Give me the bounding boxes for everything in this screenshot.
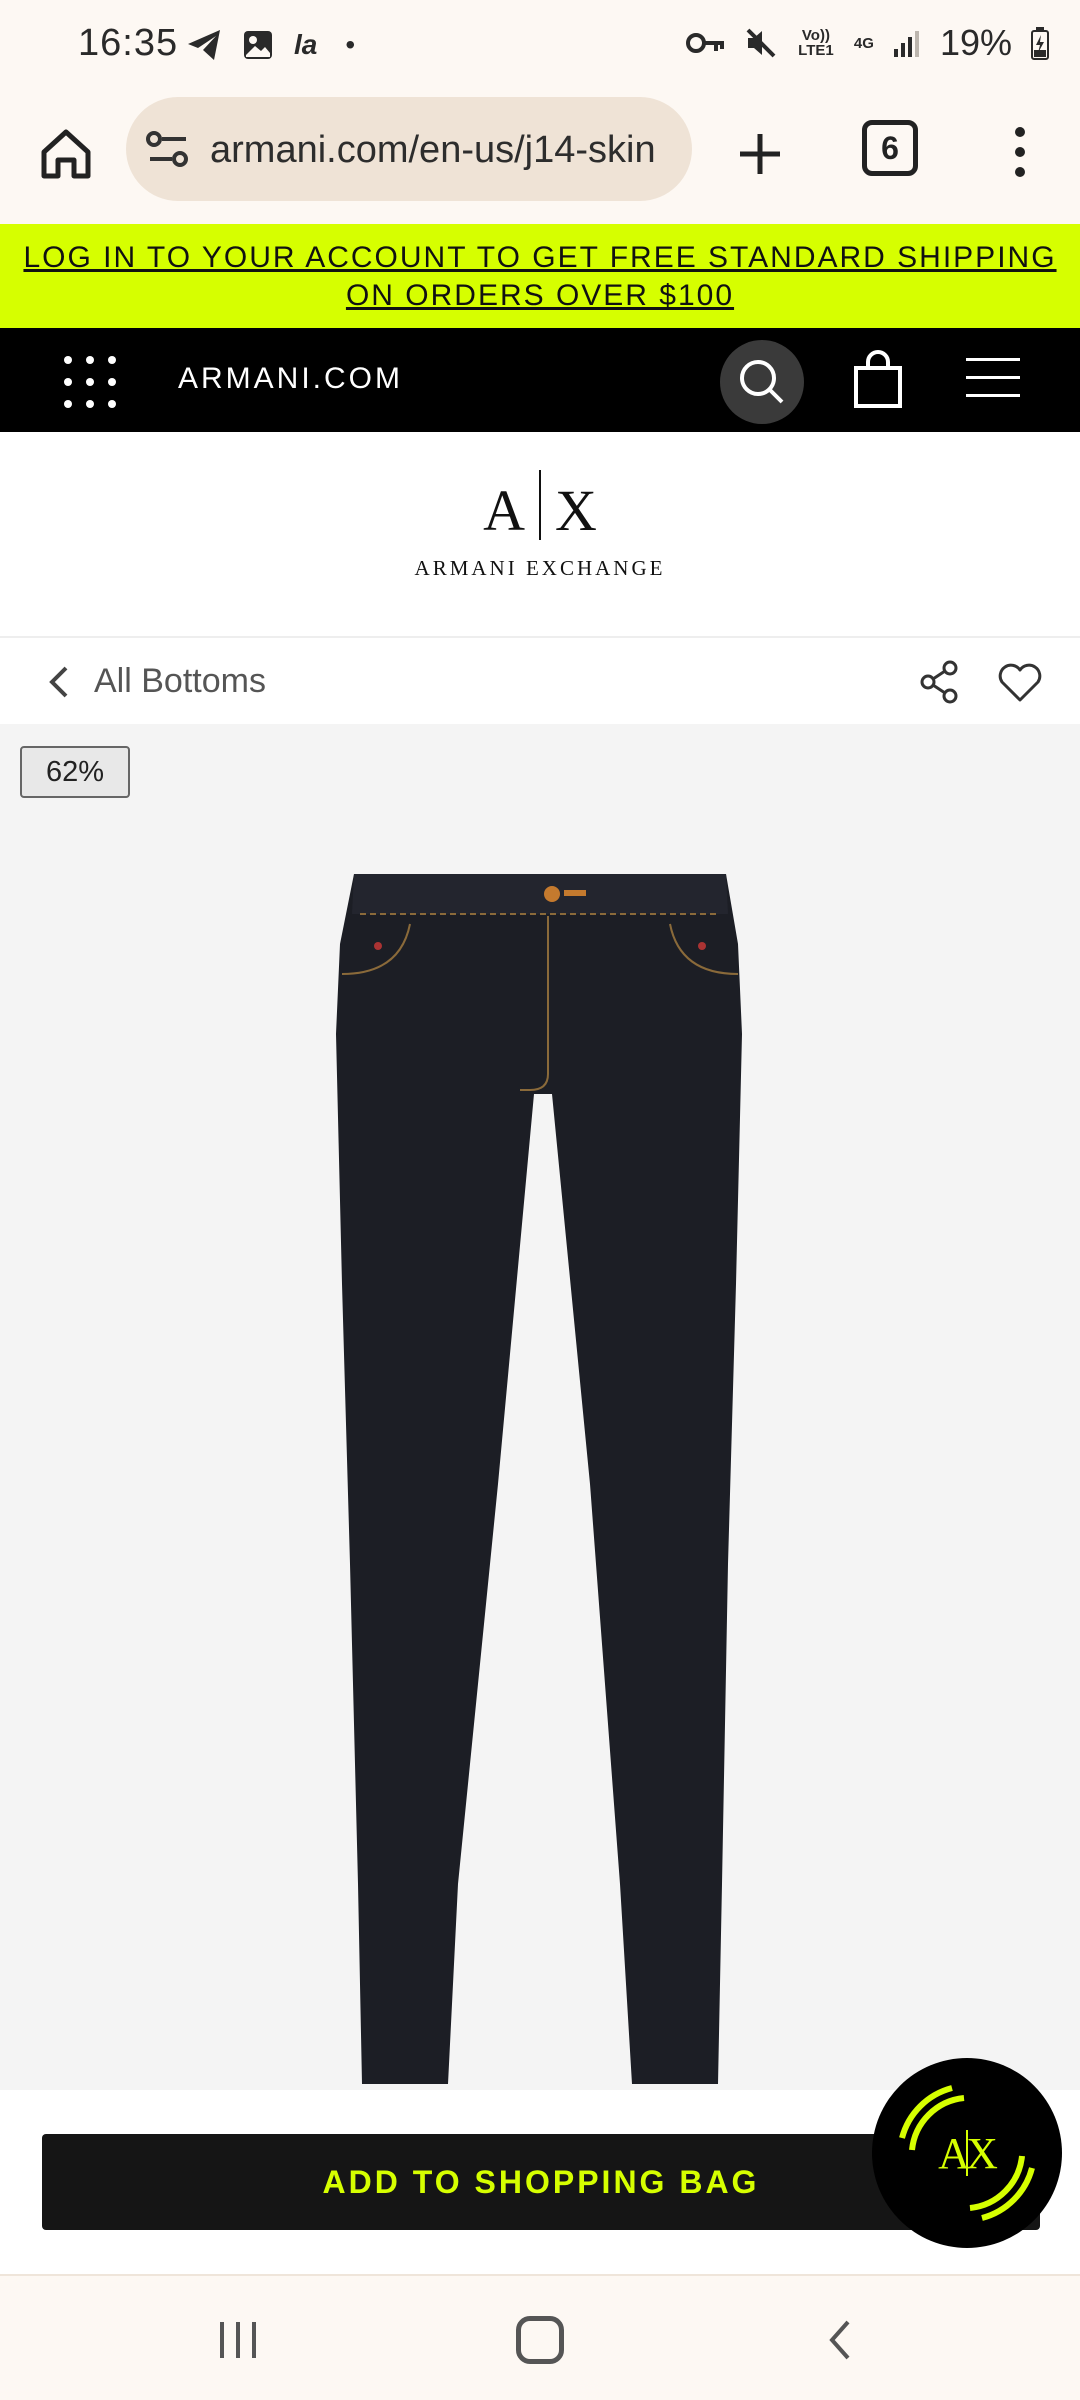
- chevron-left-icon: [49, 666, 68, 698]
- site-name[interactable]: ARMANI.COM: [178, 362, 403, 396]
- status-system-icons: Vo)) LTE1 4G 19%: [685, 22, 1050, 64]
- back-button[interactable]: [820, 2316, 860, 2364]
- search-button[interactable]: [720, 340, 804, 424]
- brand-switcher-button[interactable]: [60, 352, 120, 412]
- telegram-icon: [188, 30, 220, 60]
- tab-switcher-button[interactable]: 6: [862, 120, 918, 176]
- battery-charging-icon: [1031, 27, 1049, 60]
- browser-home-button[interactable]: [34, 122, 98, 186]
- signal-icon: [893, 31, 919, 57]
- ax-logo[interactable]: AX: [480, 470, 600, 544]
- browser-toolbar: armani.com/en-us/j14-skin 6: [0, 92, 1080, 224]
- site-settings-icon[interactable]: [146, 127, 190, 171]
- logo-mark-right: X: [555, 478, 597, 543]
- main-menu-button[interactable]: [966, 358, 1020, 402]
- product-image-gallery[interactable]: 62%: [0, 724, 1080, 2090]
- hamburger-line: [966, 376, 1020, 379]
- home-icon: [41, 129, 91, 179]
- recents-button[interactable]: [216, 2320, 260, 2360]
- new-tab-button[interactable]: [728, 122, 792, 186]
- android-navigation-bar: [0, 2274, 1080, 2400]
- hamburger-line: [966, 358, 1020, 361]
- recents-icon: [220, 2322, 256, 2358]
- share-button[interactable]: [916, 658, 964, 706]
- brand-logo-area: AX ARMANI EXCHANGE: [0, 432, 1080, 638]
- search-icon: [740, 360, 784, 404]
- promo-banner-text[interactable]: LOG IN TO YOUR ACCOUNT TO GET FREE STAND…: [5, 239, 1075, 315]
- mute-icon: [746, 28, 776, 58]
- heart-icon: [998, 663, 1042, 702]
- chat-label-right: X: [966, 2129, 998, 2178]
- site-nav: ARMANI.COM: [0, 328, 1080, 432]
- shopping-bag-button[interactable]: [850, 350, 906, 410]
- battery-percent: 19%: [939, 22, 1012, 63]
- brand-name: ARMANI EXCHANGE: [414, 556, 666, 580]
- chat-widget-button[interactable]: A X: [872, 2058, 1062, 2248]
- shopping-bag-icon: [854, 350, 902, 408]
- network-type: 4G: [853, 34, 874, 52]
- volte-label: Vo)) LTE1: [798, 27, 834, 59]
- breadcrumb[interactable]: All Bottoms: [94, 662, 266, 701]
- status-bar: 16:35 la • Vo)) LTE1 4G 19%: [0, 0, 1080, 92]
- browser-menu-button[interactable]: [1000, 120, 1040, 184]
- key-icon: [685, 33, 724, 53]
- logo-mark-left: A: [483, 478, 525, 543]
- url-text: armani.com/en-us/j14-skin: [210, 129, 656, 171]
- carrier-glyph: la: [294, 29, 318, 60]
- promo-banner[interactable]: LOG IN TO YOUR ACCOUNT TO GET FREE STAND…: [0, 224, 1080, 328]
- zoom-level-badge: 62%: [20, 746, 130, 798]
- notification-dot: •: [345, 29, 356, 60]
- back-icon: [829, 2320, 850, 2360]
- share-icon: [920, 660, 958, 704]
- status-notification-icons: la •: [186, 28, 355, 62]
- address-bar[interactable]: armani.com/en-us/j14-skin: [126, 97, 692, 201]
- status-time: 16:35: [78, 22, 179, 64]
- more-vert-icon: [1015, 127, 1025, 177]
- home-button[interactable]: [516, 2316, 564, 2364]
- ax-chat-icon: A X: [899, 2085, 1035, 2221]
- plus-icon: [740, 134, 780, 174]
- back-to-category-button[interactable]: [42, 662, 78, 702]
- jeans-image[interactable]: [320, 864, 760, 2090]
- breadcrumb-row: All Bottoms: [0, 640, 1080, 724]
- wishlist-button[interactable]: [996, 658, 1044, 706]
- logo-divider: [539, 470, 541, 540]
- gallery-icon: [244, 31, 272, 59]
- grid-dots-icon: [64, 356, 116, 408]
- hamburger-line: [966, 394, 1020, 397]
